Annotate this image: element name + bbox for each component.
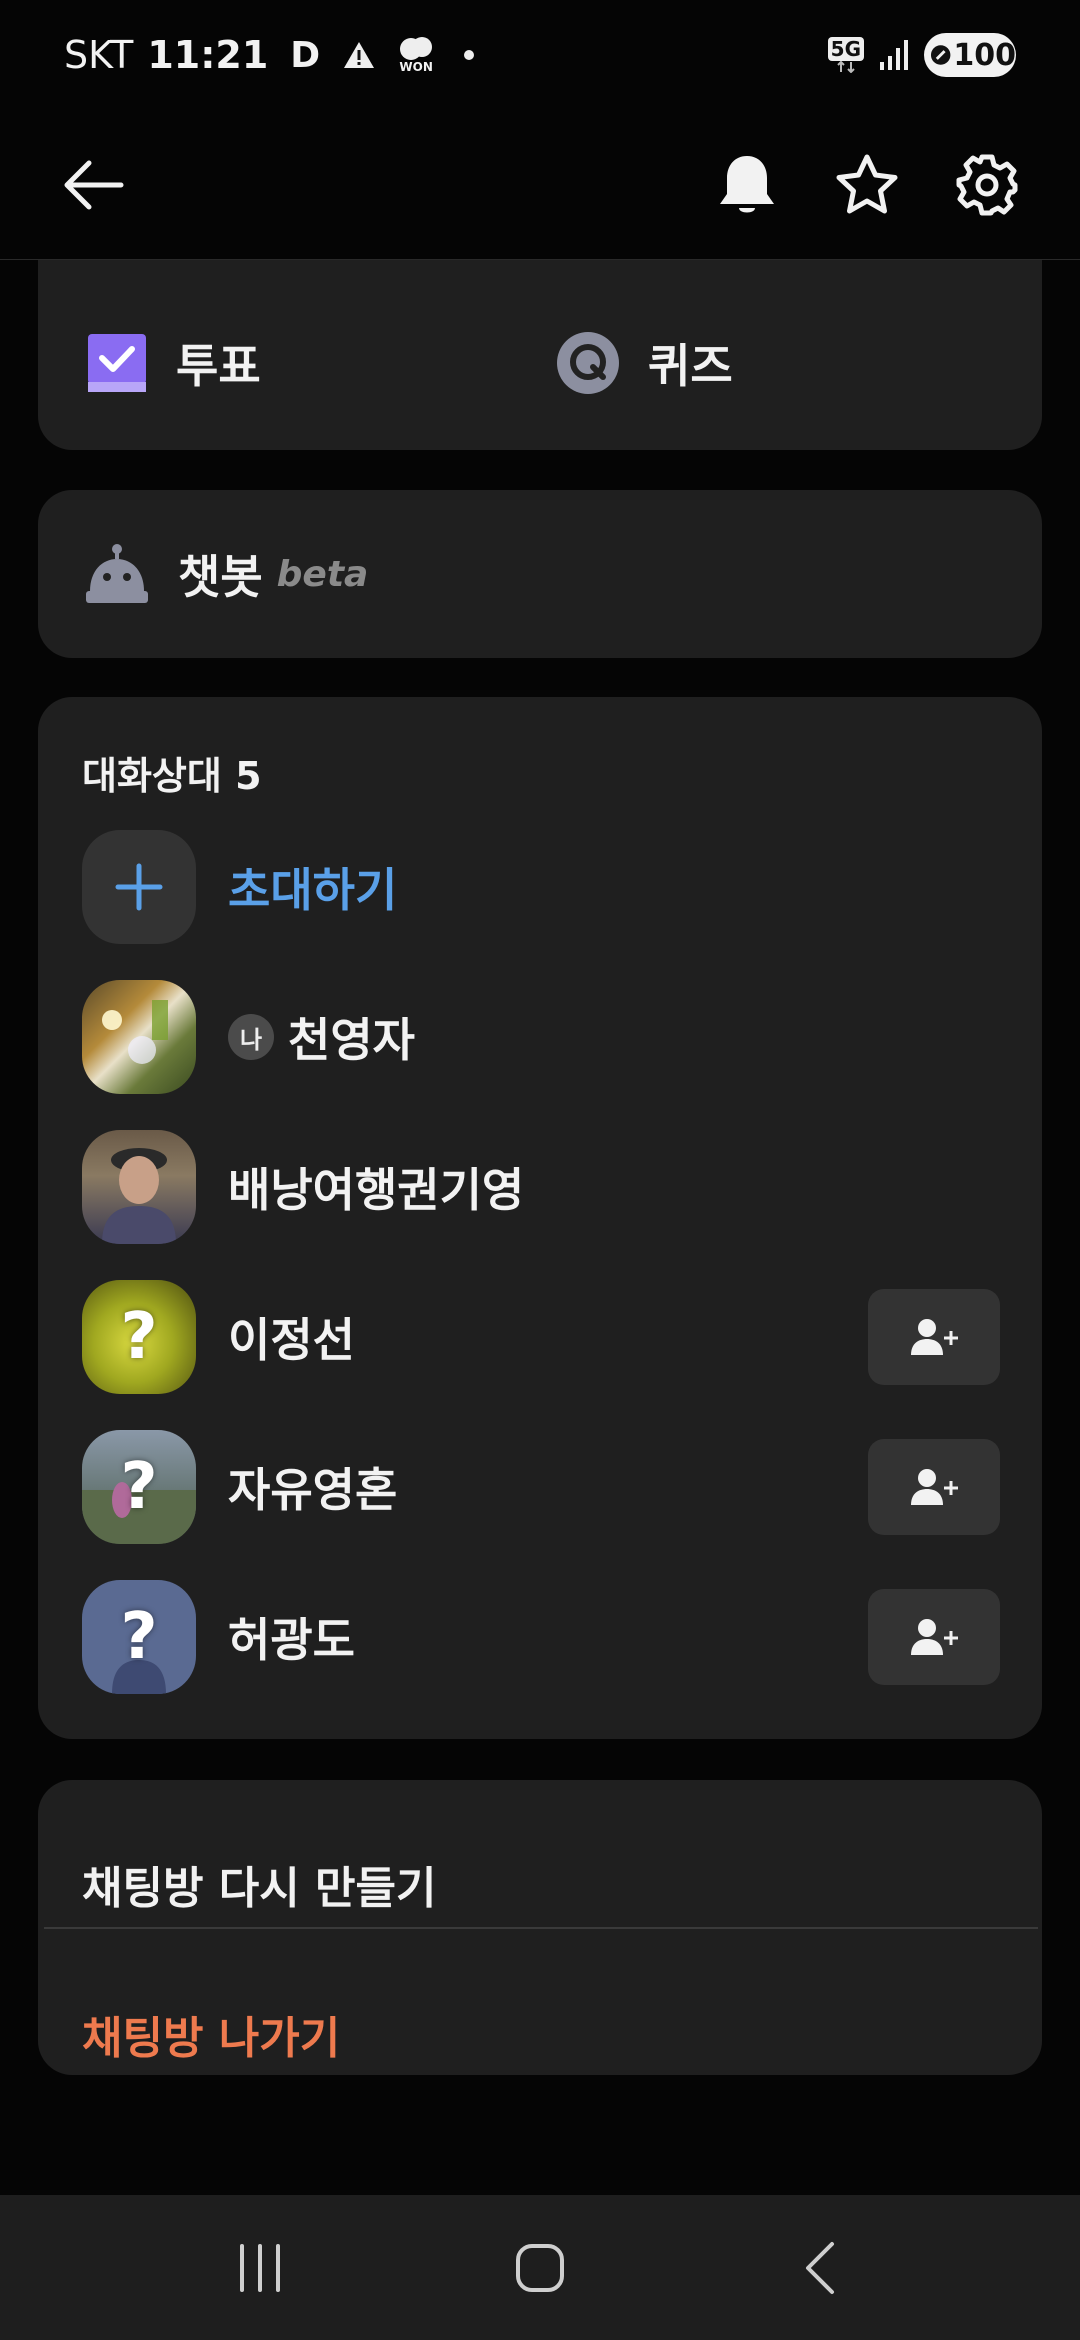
system-nav-bar [0,2195,1080,2340]
screen: SKT 11:21 D WON 5G 100 투표 퀴즈 챗봇 beta 대화상… [0,0,1080,2340]
person-add-icon [911,1469,958,1505]
battery-level: 100 [953,37,1016,73]
invite-avatar [82,830,196,944]
settings-button[interactable] [942,140,1032,230]
app-bar [0,110,1080,260]
quiz-q-icon [557,332,619,394]
won-label: WON [399,60,433,74]
arrow-left-icon [64,160,124,209]
avatar-photo [102,1000,168,1064]
leave-chatroom-button[interactable]: 채팅방 나가기 [82,2002,340,2066]
member-row[interactable]: 배낭여행권기영 [82,1129,1000,1245]
more-notifications-dot [464,50,475,60]
vote-button[interactable]: 투표 [86,330,261,396]
gear-icon [956,154,1018,215]
avatar: ? [82,1430,196,1544]
beta-badge: beta [276,553,369,595]
avatar-photo [102,1148,176,1244]
d-notification-icon: D [290,34,321,76]
recent-apps-icon [240,2243,280,2292]
back-button[interactable] [48,140,138,230]
home-button[interactable] [480,2218,600,2318]
notification-button[interactable] [702,140,792,230]
add-friend-button[interactable] [868,1589,1000,1685]
chatbot-card[interactable]: 챗봇 beta [38,490,1042,658]
unknown-user-mark: ? [120,1300,158,1374]
battery-saver-icon [930,45,951,65]
recreate-chatroom-button[interactable]: 채팅방 다시 만들기 [82,1852,436,1916]
person-add-icon [911,1619,958,1655]
unknown-user-mark: ? [120,1450,158,1524]
status-time: 11:21 [147,33,269,77]
invite-label: 초대하기 [228,863,398,917]
chevron-left-icon [806,2241,834,2294]
network-5g-icon: 5G [827,37,864,73]
battery-indicator: 100 [924,33,1016,77]
vote-label: 투표 [176,339,261,393]
members-card: 대화상대 5 초대하기 나 천영자 배낭여행권기영 ? 이정선 ? 자유영혼 ?… [38,697,1042,1739]
carrier-label: SKT [64,33,134,77]
add-friend-button[interactable] [868,1439,1000,1535]
avatar [82,1130,196,1244]
home-icon [516,2243,564,2292]
bell-icon [720,155,774,212]
status-bar: SKT 11:21 D WON 5G 100 [0,0,1080,110]
members-title: 대화상대 5 [82,754,262,798]
plus-icon [115,863,163,911]
member-name: 자유영혼 [228,1463,398,1517]
avatar: ? [82,1280,196,1394]
won-icon: WON [398,36,434,74]
member-name: 이정선 [228,1313,355,1367]
quiz-label: 퀴즈 [648,339,733,393]
me-badge: 나 [228,1014,274,1060]
vote-check-icon [88,334,146,392]
favorite-button[interactable] [822,140,912,230]
recent-apps-button[interactable] [200,2218,320,2318]
unknown-user-mark: ? [120,1600,158,1674]
member-row[interactable]: ? 자유영혼 [82,1429,1000,1545]
network-label: 5G [827,37,864,61]
member-row[interactable]: 나 천영자 [82,979,1000,1095]
person-add-icon [911,1319,958,1355]
star-icon [836,154,898,213]
nav-back-button[interactable] [760,2218,880,2318]
actions-divider [44,1927,1038,1929]
add-friend-button[interactable] [868,1289,1000,1385]
status-right: 5G 100 [827,33,1016,77]
invite-row[interactable]: 초대하기 [82,829,1000,945]
avatar [82,980,196,1094]
member-name: 천영자 [288,1013,415,1067]
member-row[interactable]: ? 이정선 [82,1279,1000,1395]
avatar: ? [82,1580,196,1694]
quiz-button[interactable]: 퀴즈 [556,330,733,396]
robot-icon [86,544,148,603]
member-row[interactable]: ? 허광도 [82,1579,1000,1695]
member-name: 허광도 [228,1613,355,1667]
member-name: 배낭여행권기영 [228,1163,525,1217]
warning-icon [342,40,376,70]
chatbot-label: 챗봇 [178,550,263,604]
signal-icon [880,40,908,70]
